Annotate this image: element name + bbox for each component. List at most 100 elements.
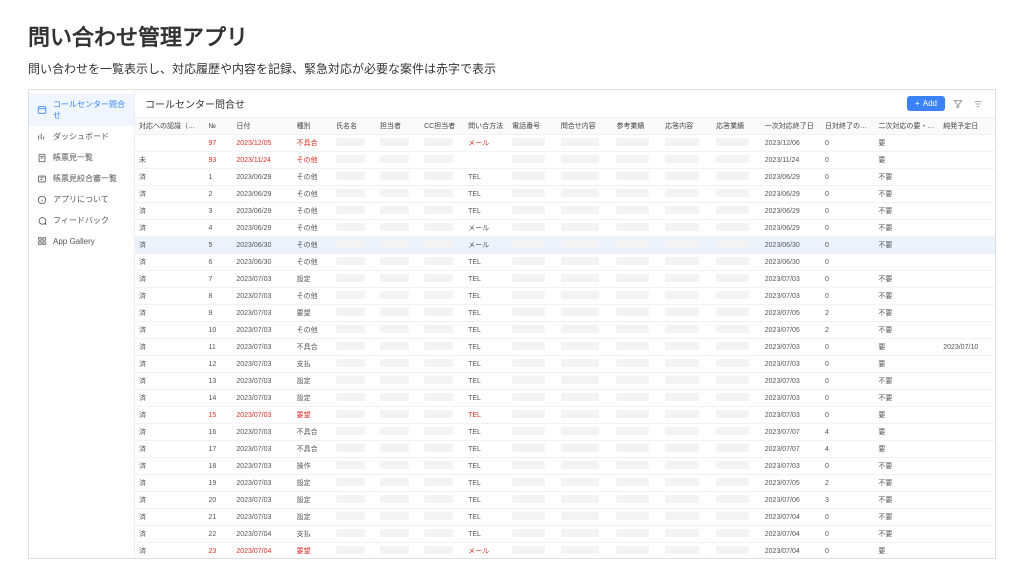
- masked-content: [716, 444, 749, 452]
- sidebar-item-1[interactable]: ダッシュボード: [29, 126, 134, 147]
- column-header[interactable]: 応答内容: [661, 118, 712, 135]
- cell: [712, 254, 761, 271]
- sidebar-item-4[interactable]: アプリについて: [29, 189, 134, 210]
- cell: メール: [464, 237, 508, 254]
- cell: [420, 288, 464, 305]
- column-header[interactable]: 応答業績: [712, 118, 761, 135]
- cell: 2023/06/29: [761, 203, 821, 220]
- masked-content: [424, 206, 453, 214]
- cell: [508, 407, 557, 424]
- table-row[interactable]: 済182023/07/03操作TEL2023/07/030不要: [135, 458, 995, 475]
- cell: [420, 135, 464, 152]
- cell: TEL: [464, 186, 508, 203]
- cell: [508, 543, 557, 559]
- sidebar-item-2[interactable]: 帳票見一覧: [29, 147, 134, 168]
- table-row[interactable]: 済142023/07/03設定TEL2023/07/030不要: [135, 390, 995, 407]
- cell: 設定: [293, 390, 332, 407]
- cell: TEL: [464, 373, 508, 390]
- cell: [420, 186, 464, 203]
- filter-icon[interactable]: [951, 97, 965, 111]
- table-row[interactable]: 済132023/07/03設定TEL2023/07/030不要: [135, 373, 995, 390]
- column-header[interactable]: №: [205, 118, 233, 135]
- table-row[interactable]: 済212023/07/03設定TEL2023/07/040不要: [135, 509, 995, 526]
- table-row[interactable]: 済32023/06/29その他TEL2023/06/290不要: [135, 203, 995, 220]
- cell: [376, 288, 420, 305]
- cell: 済: [135, 543, 205, 559]
- cell: [376, 305, 420, 322]
- column-header[interactable]: 二次対応の要・不…: [874, 118, 939, 135]
- settings-icon[interactable]: [971, 97, 985, 111]
- column-header[interactable]: 電話番号: [508, 118, 557, 135]
- cell: 2023/06/29: [232, 169, 292, 186]
- table-row[interactable]: 済172023/07/03不具合TEL2023/07/074要: [135, 441, 995, 458]
- table-row[interactable]: 済152023/07/03要望TEL2023/07/030要: [135, 407, 995, 424]
- cell: 2023/06/30: [232, 254, 292, 271]
- column-header[interactable]: 日付: [232, 118, 292, 135]
- cell: [557, 203, 613, 220]
- table-row[interactable]: 済112023/07/03不具合TEL2023/07/030要2023/07/1…: [135, 339, 995, 356]
- masked-content: [561, 257, 599, 265]
- sidebar-item-label: 帳票見一覧: [53, 152, 93, 163]
- table-row[interactable]: 済192023/07/03設定TEL2023/07/052不要: [135, 475, 995, 492]
- column-header[interactable]: 問い合方法: [464, 118, 508, 135]
- add-button[interactable]: + Add: [907, 96, 945, 111]
- cell: 2023/07/03: [761, 390, 821, 407]
- table-row[interactable]: 済82023/07/03その他TEL2023/07/030不要: [135, 288, 995, 305]
- table-row[interactable]: 済52023/06/30その他メール2023/06/300不要: [135, 237, 995, 254]
- table-row[interactable]: 972023/12/05不具合メール2023/12/060要: [135, 135, 995, 152]
- column-header[interactable]: 純発予定日: [939, 118, 995, 135]
- table-row[interactable]: 済92023/07/03要望TEL2023/07/052不要: [135, 305, 995, 322]
- sidebar-item-label: ダッシュボード: [53, 131, 109, 142]
- table-row[interactable]: 済62023/06/30その他TEL2023/06/300: [135, 254, 995, 271]
- sidebar-item-0[interactable]: コールセンター問合せ: [29, 94, 134, 126]
- column-header[interactable]: CC担当者: [420, 118, 464, 135]
- table-row[interactable]: 済162023/07/03不具合TEL2023/07/074要: [135, 424, 995, 441]
- cell: [557, 509, 613, 526]
- cell: 0: [821, 186, 874, 203]
- cell: [612, 509, 661, 526]
- cell: [557, 322, 613, 339]
- table-row[interactable]: 済22023/06/29その他TEL2023/06/290不要: [135, 186, 995, 203]
- column-header[interactable]: 対応への認識（未…: [135, 118, 205, 135]
- masked-content: [512, 376, 545, 384]
- column-header[interactable]: 参考業績: [612, 118, 661, 135]
- masked-content: [336, 410, 365, 418]
- masked-content: [716, 206, 749, 214]
- cell: [661, 441, 712, 458]
- cell: [612, 526, 661, 543]
- cell: [420, 390, 464, 407]
- table-row[interactable]: 未932023/11/24その他2023/11/240要: [135, 152, 995, 169]
- cell: 0: [821, 458, 874, 475]
- cell: [332, 441, 376, 458]
- column-header[interactable]: 一次対応終了日: [761, 118, 821, 135]
- masked-content: [336, 240, 365, 248]
- cell: [332, 458, 376, 475]
- sidebar-item-3[interactable]: 帳票見絞合審一覧: [29, 168, 134, 189]
- masked-content: [561, 359, 599, 367]
- column-header[interactable]: 氏名名: [332, 118, 376, 135]
- masked-content: [380, 461, 409, 469]
- cell: 6: [205, 254, 233, 271]
- table-row[interactable]: 済122023/07/03支払TEL2023/07/030要: [135, 356, 995, 373]
- table-row[interactable]: 済102023/07/03その他TEL2023/07/052不要: [135, 322, 995, 339]
- column-header[interactable]: 問合せ内容: [557, 118, 613, 135]
- column-header[interactable]: 担当者: [376, 118, 420, 135]
- sidebar-item-5[interactable]: フィードバック: [29, 210, 134, 231]
- table-row[interactable]: 済12023/06/29その他TEL2023/06/290不要: [135, 169, 995, 186]
- cell: [612, 543, 661, 559]
- cell: [612, 152, 661, 169]
- table-row[interactable]: 済72023/07/03設定TEL2023/07/030不要: [135, 271, 995, 288]
- masked-content: [512, 274, 545, 282]
- cell: 2023/07/03: [232, 441, 292, 458]
- cell: 0: [821, 152, 874, 169]
- sidebar-item-6[interactable]: App Gallery: [29, 231, 134, 251]
- table-row[interactable]: 済232023/07/04要望メール2023/07/040要: [135, 543, 995, 559]
- cell: [712, 475, 761, 492]
- sidebar: コールセンター問合せダッシュボード帳票見一覧帳票見絞合審一覧アプリについてフィー…: [29, 90, 135, 558]
- column-header[interactable]: 種別: [293, 118, 332, 135]
- masked-content: [561, 546, 599, 554]
- table-row[interactable]: 済222023/07/04支払TEL2023/07/040不要: [135, 526, 995, 543]
- table-row[interactable]: 済42023/06/29その他メール2023/06/290不要: [135, 220, 995, 237]
- column-header[interactable]: 日対終了の日数: [821, 118, 874, 135]
- table-row[interactable]: 済202023/07/03設定TEL2023/07/063不要: [135, 492, 995, 509]
